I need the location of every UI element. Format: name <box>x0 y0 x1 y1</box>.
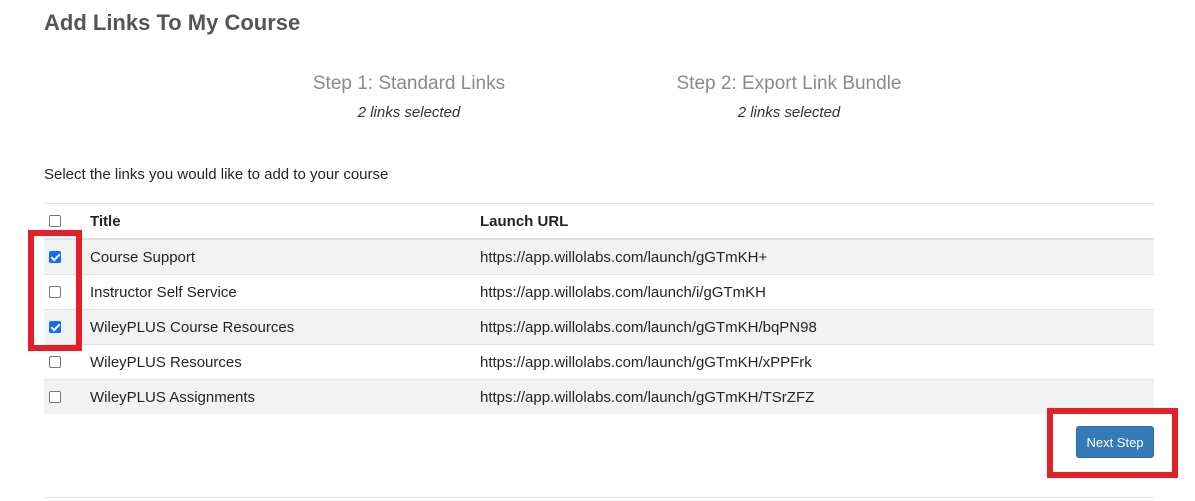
table-row: Course Support https://app.willolabs.com… <box>44 238 1154 275</box>
bottom-divider <box>44 497 1154 498</box>
link-title: WileyPLUS Resources <box>90 344 480 380</box>
select-all-checkbox[interactable] <box>49 215 61 227</box>
row-checkbox[interactable] <box>49 356 61 368</box>
launch-url: https://app.willolabs.com/launch/i/gGTmK… <box>480 274 1154 310</box>
step-1: Step 1: Standard Links 2 links selected <box>289 72 529 123</box>
launch-url-column-header: Launch URL <box>480 203 1154 240</box>
page-title: Add Links To My Course <box>44 10 301 35</box>
row-checkbox-cell <box>44 379 90 414</box>
checkbox-highlight-box <box>28 230 82 351</box>
table-row: Instructor Self Service https://app.will… <box>44 274 1154 310</box>
table-header-row: Title Launch URL <box>44 203 1154 240</box>
link-title: Course Support <box>90 238 480 275</box>
step-2-title: Step 2: Export Link Bundle <box>676 73 902 94</box>
instruction-text: Select the links you would like to add t… <box>44 166 389 183</box>
link-title: Instructor Self Service <box>90 274 480 310</box>
launch-url: https://app.willolabs.com/launch/gGTmKH/… <box>480 309 1154 345</box>
link-title: WileyPLUS Assignments <box>90 379 480 414</box>
title-column-header: Title <box>90 203 480 240</box>
table-row: WileyPLUS Course Resources https://app.w… <box>44 309 1154 345</box>
launch-url: https://app.willolabs.com/launch/gGTmKH/… <box>480 344 1154 380</box>
step-2: Step 2: Export Link Bundle 2 links selec… <box>664 72 914 123</box>
table-row: WileyPLUS Assignments https://app.willol… <box>44 379 1154 414</box>
step-1-selected-count: 2 links selected <box>357 104 461 121</box>
table-row: WileyPLUS Resources https://app.willolab… <box>44 344 1154 380</box>
step-2-selected-count: 2 links selected <box>737 104 841 121</box>
launch-url: https://app.willolabs.com/launch/gGTmKH+ <box>480 238 1154 275</box>
link-title: WileyPLUS Course Resources <box>90 309 480 345</box>
step-1-title: Step 1: Standard Links <box>312 73 506 94</box>
add-links-page: Add Links To My Course Step 1: Standard … <box>0 0 1195 501</box>
row-checkbox[interactable] <box>49 391 61 403</box>
next-step-highlight-box <box>1047 408 1178 478</box>
links-table: Title Launch URL Course Support https://… <box>44 203 1154 414</box>
